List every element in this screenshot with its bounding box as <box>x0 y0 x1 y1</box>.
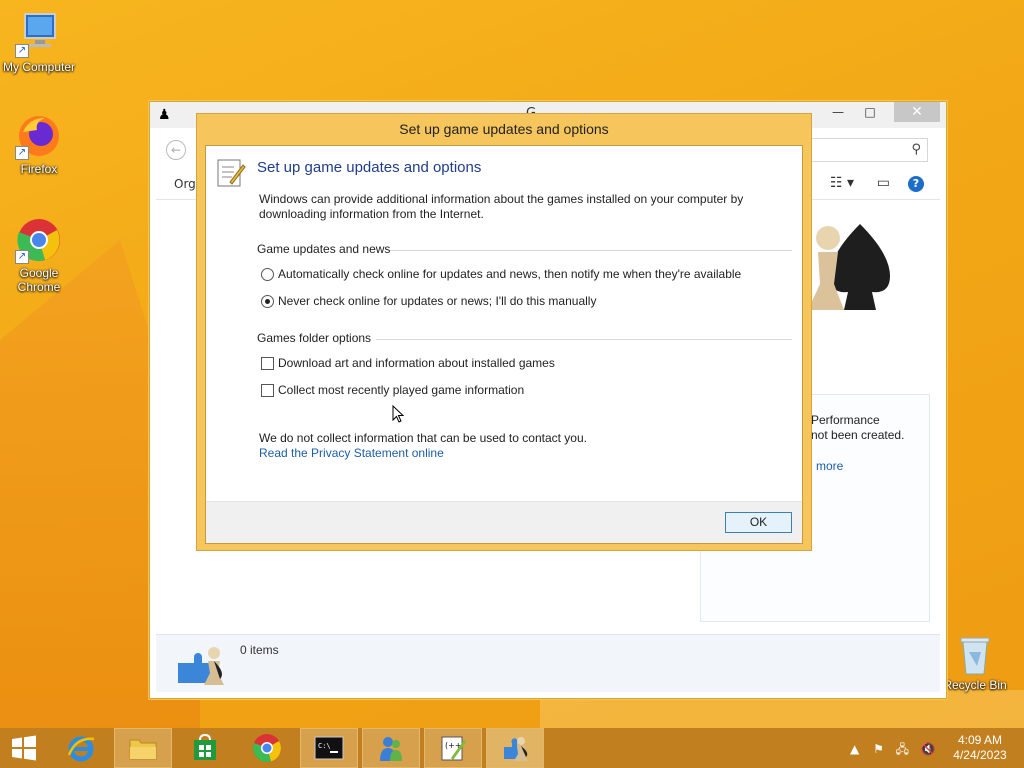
action-center-flag-icon[interactable]: ⚑ <box>873 742 884 756</box>
group-label-updates: Game updates and news <box>257 242 391 256</box>
notepad-plus-icon: (++ <box>441 736 466 761</box>
view-options-icon[interactable]: ☷ ▾ <box>830 175 854 191</box>
games-icon <box>504 737 528 761</box>
desktop-icon-recycle-bin[interactable]: Recycle Bin <box>935 632 1015 692</box>
firefox-icon: ↗ <box>15 112 63 160</box>
taskbar-store[interactable] <box>176 728 234 768</box>
taskbar-command-prompt[interactable]: C:\ <box>300 728 358 768</box>
search-icon: ⚲ <box>911 142 921 157</box>
details-pane: 0 items <box>156 634 940 692</box>
show-hidden-icons-icon[interactable]: ▲ <box>850 742 859 756</box>
desktop-icon-label: My Computer <box>2 60 76 74</box>
performance-more-link[interactable]: more <box>816 459 843 473</box>
clock-time: 4:09 AM <box>957 733 1003 747</box>
game-updates-dialog: Set up game updates and options Set up g… <box>196 113 812 551</box>
shortcut-arrow-icon: ↗ <box>15 146 29 160</box>
taskbar-users-app[interactable] <box>362 728 420 768</box>
checkbox-collect-recent[interactable]: Collect most recently played game inform… <box>261 383 524 397</box>
start-button[interactable] <box>0 728 48 768</box>
desktop-icon-firefox[interactable]: ↗ Firefox <box>0 112 78 176</box>
chrome-icon <box>253 734 281 763</box>
shortcut-arrow-icon: ↗ <box>15 44 29 58</box>
windows-logo-icon <box>12 735 36 761</box>
radio-button-selected[interactable] <box>261 294 274 308</box>
privacy-statement-link[interactable]: Read the Privacy Statement online <box>259 446 444 460</box>
radio-button[interactable] <box>261 267 274 281</box>
taskbar-editor-app[interactable]: (++ <box>424 728 482 768</box>
item-count: 0 items <box>240 643 279 657</box>
svg-text:C:\: C:\ <box>318 742 331 750</box>
help-icon[interactable]: ? <box>908 176 924 192</box>
checkbox[interactable] <box>261 356 274 370</box>
computer-icon: ↗ <box>15 10 63 58</box>
network-icon[interactable]: 🖧 <box>896 742 909 756</box>
dialog-footer: OK <box>206 501 802 543</box>
radio-never-check-label: Never check online for updates or news; … <box>278 294 597 308</box>
group-label-folder: Games folder options <box>257 331 372 345</box>
games-icon: ♟ <box>158 107 171 123</box>
desktop-icon-google-chrome[interactable]: ↗ Google Chrome <box>0 216 78 294</box>
radio-never-check[interactable]: Never check online for updates or news; … <box>261 294 596 308</box>
group-divider <box>390 250 792 251</box>
dialog-intro-text: Windows can provide additional informati… <box>259 192 744 221</box>
system-tray: ▲ ⚑ 🖧 🔇 <box>850 740 936 761</box>
chess-pieces-icon <box>800 214 910 334</box>
checkbox-download-art-label: Download art and information about insta… <box>278 356 555 370</box>
checkbox-collect-recent-label: Collect most recently played game inform… <box>278 383 525 397</box>
users-icon <box>380 737 402 761</box>
ok-button[interactable]: OK <box>725 512 792 533</box>
taskbar-file-explorer[interactable] <box>114 728 172 768</box>
minimize-button[interactable]: — <box>823 102 853 122</box>
maximize-button[interactable]: □ <box>855 102 885 122</box>
checkbox-download-art[interactable]: Download art and information about insta… <box>261 356 555 370</box>
radio-auto-check[interactable]: Automatically check online for updates a… <box>261 267 741 281</box>
recycle-bin-icon <box>955 632 995 676</box>
desktop-icon-my-computer[interactable]: ↗ My Computer <box>0 10 78 74</box>
dialog-heading: Set up game updates and options <box>257 159 482 176</box>
store-icon <box>194 734 216 760</box>
folder-icon <box>129 739 157 760</box>
volume-muted-icon[interactable]: 🔇 <box>921 742 936 756</box>
desktop-icon-label: Google Chrome <box>17 266 61 294</box>
internet-explorer-icon <box>67 736 95 762</box>
performance-text: not been created. <box>811 428 905 442</box>
shortcut-arrow-icon: ↗ <box>15 250 29 264</box>
back-button[interactable]: ← <box>166 140 186 160</box>
taskbar-internet-explorer[interactable] <box>52 728 110 768</box>
desktop-icon-label: Firefox <box>20 162 58 176</box>
mouse-cursor-icon <box>392 404 405 423</box>
taskbar-clock[interactable]: 4:09 AM 4/24/2023 <box>944 733 1016 763</box>
chrome-icon: ↗ <box>15 216 63 264</box>
notepad-settings-icon <box>216 156 246 188</box>
command-prompt-icon: C:\ <box>314 736 344 760</box>
radio-auto-check-label: Automatically check online for updates a… <box>278 267 742 281</box>
desktop-icon-label: Recycle Bin <box>943 678 1007 692</box>
group-divider <box>376 339 792 340</box>
dialog-titlebar[interactable]: Set up game updates and options <box>197 114 811 144</box>
preview-pane-icon[interactable]: ▭ <box>877 175 890 191</box>
taskbar-games[interactable] <box>486 728 544 768</box>
taskbar: C:\ (++ ▲ ⚑ 🖧 🔇 4:09 AM 4/24/2023 <box>0 728 1024 768</box>
clock-date: 4/24/2023 <box>953 748 1007 762</box>
games-puzzle-icon <box>174 643 226 687</box>
privacy-note: We do not collect information that can b… <box>259 431 587 445</box>
checkbox[interactable] <box>261 383 274 397</box>
performance-text: Performance <box>811 413 880 427</box>
dialog-body: Set up game updates and options Windows … <box>205 145 803 544</box>
taskbar-chrome[interactable] <box>238 728 296 768</box>
close-button[interactable]: ✕ <box>894 102 940 122</box>
